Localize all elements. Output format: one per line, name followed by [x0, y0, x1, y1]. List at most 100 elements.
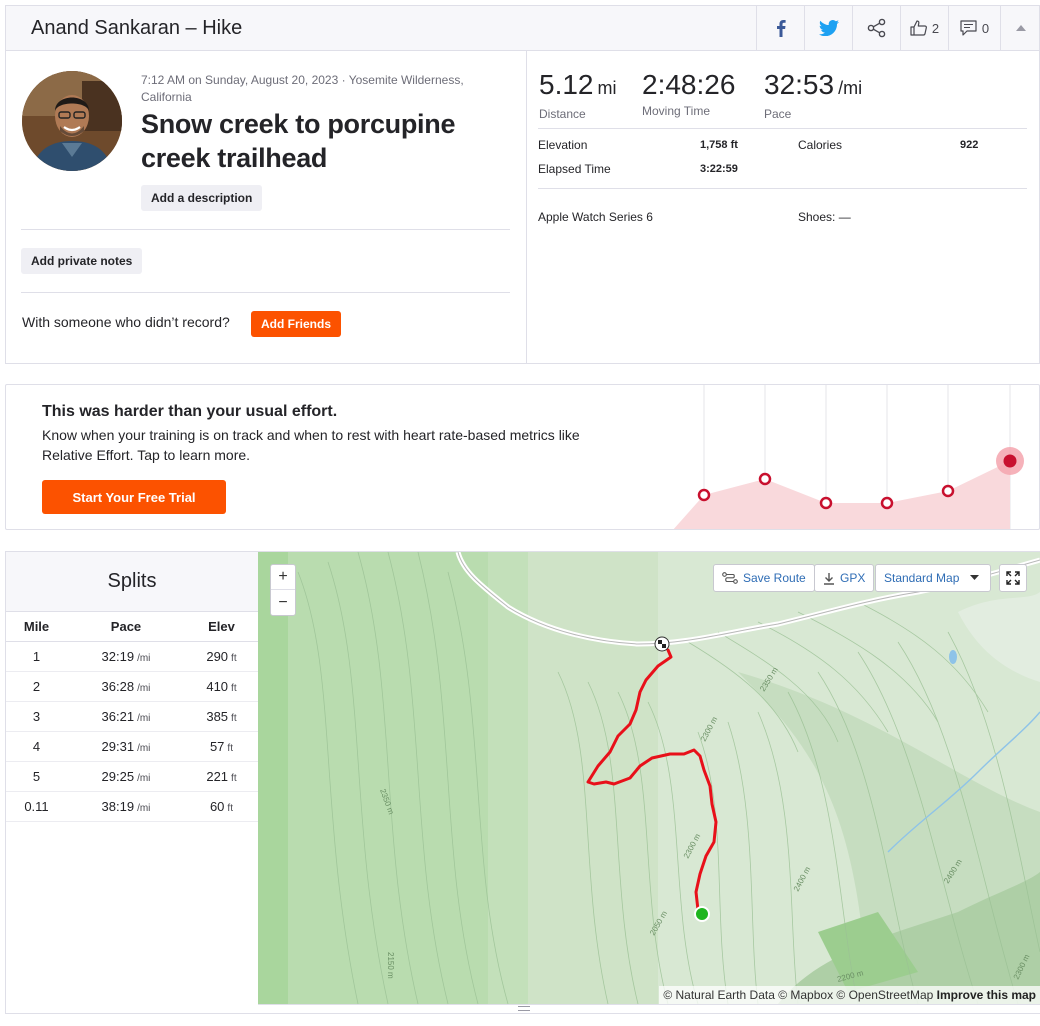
divider [21, 292, 510, 293]
split-elev-value: 385 [206, 708, 229, 724]
split-pace-unit: /mi [137, 772, 151, 784]
table-row[interactable]: 1 32:19/mi 290 ft [6, 641, 258, 672]
add-description-button[interactable]: Add a description [141, 185, 263, 211]
split-elev-unit: ft [231, 652, 237, 664]
avatar[interactable] [22, 71, 122, 171]
stat-moving-time: 2:48:26 Moving Time [642, 68, 735, 118]
comments-button[interactable]: 0 [948, 6, 1000, 50]
split-elev: 385 ft [184, 701, 258, 732]
split-pace: 38:19/mi [67, 791, 185, 822]
facebook-share-button[interactable] [756, 6, 804, 50]
effort-week-marker [941, 484, 955, 498]
table-row[interactable]: 4 29:31/mi 57 ft [6, 731, 258, 762]
split-elev-value: 221 [206, 768, 229, 784]
comment-icon [960, 20, 977, 36]
attribution-text: © Natural Earth Data © Mapbox © OpenStre… [663, 988, 934, 1002]
start-marker[interactable] [694, 906, 710, 922]
split-pace-unit: /mi [137, 652, 151, 664]
route-icon [722, 572, 738, 584]
split-pace: 36:28/mi [67, 671, 185, 702]
effort-week-marker [819, 496, 833, 510]
shoes-info: Shoes: — [798, 210, 851, 224]
split-mile: 1 [6, 641, 68, 672]
zoom-in-button[interactable]: + [271, 565, 295, 590]
collapse-button[interactable] [1000, 6, 1040, 50]
thumbs-up-icon [910, 20, 927, 36]
split-elev-unit: ft [227, 742, 233, 754]
table-row[interactable]: 5 29:25/mi 221 ft [6, 761, 258, 792]
split-pace-value: 32:19 [101, 648, 135, 664]
elapsed-time-value: 3:22:59 [700, 163, 738, 175]
column-header-pace: Pace [67, 612, 185, 642]
split-elev-value: 290 [206, 648, 229, 664]
gpx-download-button[interactable]: GPX [814, 564, 875, 592]
pace-unit: /mi [838, 78, 863, 98]
effort-chart [673, 385, 1024, 529]
split-mile: 5 [6, 761, 68, 792]
activity-meta: 7:12 AM on Sunday, August 20, 2023 · Yos… [141, 73, 464, 104]
route-map[interactable]: 2350 m 2300 m 2350 m 2300 m 2400 m 2400 … [258, 552, 1040, 1004]
contour-label: 2150 m [386, 952, 395, 979]
finish-marker[interactable] [654, 636, 670, 652]
stat-distance: 5.12 mi Distance [539, 68, 617, 121]
table-row[interactable]: 0.11 38:19/mi 60 ft [6, 791, 258, 822]
zoom-controls: + − [270, 564, 296, 616]
splits-table: Mile Pace Elev 1 32:19/mi 290 ft 2 36:28/mi 41… [6, 612, 258, 822]
split-pace: 29:31/mi [67, 731, 185, 762]
start-free-trial-button[interactable]: Start Your Free Trial [42, 480, 226, 514]
twitter-icon [818, 20, 839, 36]
split-pace-value: 29:25 [101, 768, 135, 784]
effort-body: Know when your training is on track and … [42, 427, 580, 463]
split-mile: 3 [6, 701, 68, 732]
table-row[interactable]: 2 36:28/mi 410 ft [6, 671, 258, 702]
split-elev-unit: ft [227, 802, 233, 814]
kudos-button[interactable]: 2 [900, 6, 948, 50]
distance-unit: mi [597, 78, 617, 98]
split-pace-unit: /mi [137, 712, 151, 724]
effort-current-marker [1003, 454, 1017, 468]
improve-map-link[interactable]: Improve this map [937, 988, 1036, 1002]
effort-heading: This was harder than your usual effort. [42, 403, 338, 420]
split-elev-value: 60 [209, 798, 225, 814]
fullscreen-button[interactable] [999, 564, 1027, 592]
pace-value: 32:53 [764, 69, 835, 100]
save-route-button[interactable]: Save Route [713, 564, 815, 592]
relative-effort-promo[interactable]: This was harder than your usual effort. … [5, 384, 1040, 530]
split-pace-value: 36:21 [101, 708, 135, 724]
share-button[interactable] [852, 6, 900, 50]
column-header-mile: Mile [6, 612, 68, 642]
elevation-label: Elevation [538, 138, 588, 152]
split-pace-value: 36:28 [101, 678, 135, 694]
split-pace-value: 29:31 [101, 738, 135, 754]
add-private-notes-button[interactable]: Add private notes [21, 248, 143, 274]
moving-time-label: Moving Time [642, 104, 711, 118]
split-mile: 0.11 [6, 791, 68, 822]
activity-header: Anand Sankaran – Hike 2 0 [5, 5, 1040, 51]
map-attribution: © Natural Earth Data © Mapbox © OpenStre… [659, 986, 1040, 1004]
split-elev: 57 ft [184, 731, 258, 762]
zoom-out-button[interactable]: − [271, 590, 295, 615]
split-pace: 32:19/mi [67, 641, 185, 672]
map-type-select[interactable]: Standard Map [875, 564, 991, 592]
split-mile: 4 [6, 731, 68, 762]
add-friends-button[interactable]: Add Friends [251, 311, 342, 337]
chevron-up-icon [1015, 25, 1026, 31]
twitter-share-button[interactable] [804, 6, 852, 50]
activity-summary: 7:12 AM on Sunday, August 20, 2023 · Yos… [5, 51, 1040, 364]
share-icon [867, 18, 885, 38]
split-pace-value: 38:19 [101, 798, 135, 814]
split-elev-unit: ft [231, 682, 237, 694]
activity-title: Snow creek to porcupine creek trailhead [141, 109, 456, 173]
split-elev-value: 57 [209, 738, 225, 754]
column-divider [526, 51, 527, 363]
split-pace-unit: /mi [137, 742, 151, 754]
splits-panel: Splits Mile Pace Elev 1 32:19/mi 290 ft 2 36:… [6, 552, 258, 1013]
map-resize-bar[interactable] [258, 1004, 1040, 1013]
split-mile: 2 [6, 671, 68, 702]
resize-grip-icon[interactable] [518, 1006, 530, 1011]
map-canvas[interactable]: 2350 m 2300 m 2350 m 2300 m 2400 m 2400 … [258, 552, 1040, 1004]
fullscreen-icon [1006, 571, 1020, 585]
table-row[interactable]: 3 36:21/mi 385 ft [6, 701, 258, 732]
stat-pace: 32:53/mi Pace [764, 68, 862, 121]
chevron-down-icon [970, 575, 980, 580]
